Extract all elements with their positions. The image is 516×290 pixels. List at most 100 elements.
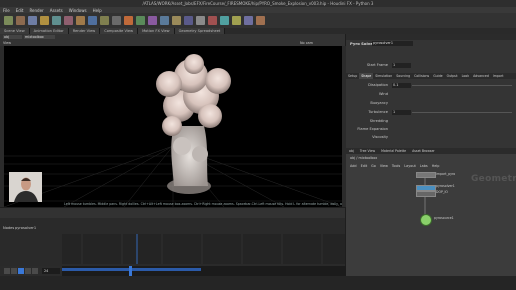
playback-controls [4,268,38,274]
network-node[interactable] [416,172,436,178]
shelf-tool-icon[interactable] [159,16,169,25]
tab-advanced[interactable]: Advanced [471,73,491,79]
param-row-dissipation: Dissipation 0.1 [352,82,512,89]
shelf-tool-icon[interactable] [87,16,97,25]
shelf-tool-icon[interactable] [171,16,181,25]
timeline-frame-marker[interactable] [128,266,132,276]
shelf-tool-icon[interactable] [135,16,145,25]
jump-end-icon[interactable] [32,268,38,274]
param-slider[interactable] [412,85,512,86]
param-field[interactable]: 1 [392,110,411,115]
camera-menu[interactable]: No cam [300,41,313,45]
param-row-wind: Wind [352,91,512,98]
window-title: /ATLAS/WORK/Asset_Jobs/EFX/FireCourse/_F… [0,0,516,7]
viewport-status: Left mouse tumbles. Middle pans. Right d… [64,202,342,206]
smoke-plume [156,54,231,194]
param-label: Wind [378,92,388,96]
tab-look[interactable]: Look [460,73,471,79]
output-node[interactable] [420,214,432,226]
presenter-image [9,172,42,202]
network-node-label: DOP_IO [436,190,448,194]
shelf-tool-icon[interactable] [243,16,253,25]
webcam-overlay [9,172,42,202]
param-field[interactable]: 0.1 [392,83,411,88]
param-row-start-frame: Start Frame 1 [352,62,512,69]
network-node-label: pyrosolver1 [436,184,455,188]
tab-setup[interactable]: Setup [346,73,359,79]
viewport-node[interactable]: mixtoolbox [24,35,55,39]
param-label: Shredding [369,119,388,123]
shelf-tool-icon[interactable] [207,16,217,25]
param-row-viscosity: Viscosity [352,134,512,141]
menu-help[interactable]: Help [90,8,105,13]
shelf-tool-icon[interactable] [51,16,61,25]
viewport-path[interactable]: obj [3,35,22,39]
shelf-tool-icon[interactable] [123,16,133,25]
shelf-tool-icon[interactable] [231,16,241,25]
network-node-label: pyrosource1 [434,216,454,220]
scene-viewport[interactable] [4,46,342,207]
jump-start-icon[interactable] [4,268,10,274]
param-row-flame-expansion: Flame Expansion [352,126,512,133]
parameter-tabs: Setup Shape Simulation Sourcing Collisio… [346,73,516,79]
shelf-tool-icon[interactable] [75,16,85,25]
shelf-tool-icon[interactable] [63,16,73,25]
tab-import[interactable]: Import [491,73,506,79]
shelf-tool-icon[interactable] [195,16,205,25]
parameter-pane-tabs [346,34,516,40]
param-field[interactable]: 1 [392,63,411,68]
param-row-shredding: Shredding [352,118,512,125]
viewport-header: obj mixtoolbox View No cam [0,34,345,46]
network-wires [424,176,426,216]
menu-edit[interactable]: Edit [13,8,27,13]
frame-field[interactable]: 24 [42,268,60,274]
timeline[interactable] [62,266,352,276]
tab-shape[interactable]: Shape [359,73,374,79]
menu-render[interactable]: Render [26,8,46,13]
param-label: Buoyancy [370,101,388,105]
status-bar [0,276,516,290]
param-row-turbulence: Turbulence 1 [352,109,512,116]
tab-collisions[interactable]: Collisions [412,73,431,79]
param-label: Turbulence [368,110,388,114]
dopesheet-ticks [81,234,323,264]
network-node-label: import_pyro [436,172,456,176]
shelf-tool-icon[interactable] [147,16,157,25]
dopesheet-graph[interactable] [62,234,345,264]
node-name-field[interactable]: pyrosolver1 [372,41,413,46]
tab-sourcing[interactable]: Sourcing [394,73,412,79]
dopesheet-row-label: Nodes [3,226,15,230]
step-back-icon[interactable] [11,268,17,274]
menu-file[interactable]: File [0,8,13,13]
shelf-tool-icon[interactable] [99,16,109,25]
tab-simulation[interactable]: Simulation [373,73,394,79]
animation-panel-header [0,208,345,218]
play-icon[interactable] [18,268,24,274]
param-label: Start Frame [366,63,388,67]
shelf-tool-icon[interactable] [39,16,49,25]
shelf-tool-icon[interactable] [111,16,121,25]
shelf-tool-icon[interactable] [27,16,37,25]
shelf-tool-icon[interactable] [255,16,265,25]
shelf-toolbar [0,13,516,28]
menu-assets[interactable]: Assets [47,8,66,13]
param-label: Viscosity [372,135,388,139]
param-slider[interactable] [412,112,512,113]
viewport-label: View [3,41,12,45]
param-label: Dissipation [368,83,388,87]
dopesheet-node-label: pyrosolver1 [15,226,37,230]
shelf-tool-icon[interactable] [15,16,25,25]
step-forward-icon[interactable] [25,268,31,274]
menu-windows[interactable]: Windows [66,8,90,13]
network-node[interactable] [416,191,436,197]
param-label: Flame Expansion [357,127,388,131]
tab-output[interactable]: Output [445,73,460,79]
shelf-tool-icon[interactable] [3,16,13,25]
shelf-tool-icon[interactable] [219,16,229,25]
network-editor[interactable]: obj Tree View Material Palette Asset Bro… [346,148,516,276]
viewport-scene [4,54,342,207]
shelf-tool-icon[interactable] [183,16,193,25]
param-row-buoyancy: Buoyancy [352,100,512,107]
tab-guide[interactable]: Guide [431,73,444,79]
node-type-label: Pyro Solver [350,41,375,46]
